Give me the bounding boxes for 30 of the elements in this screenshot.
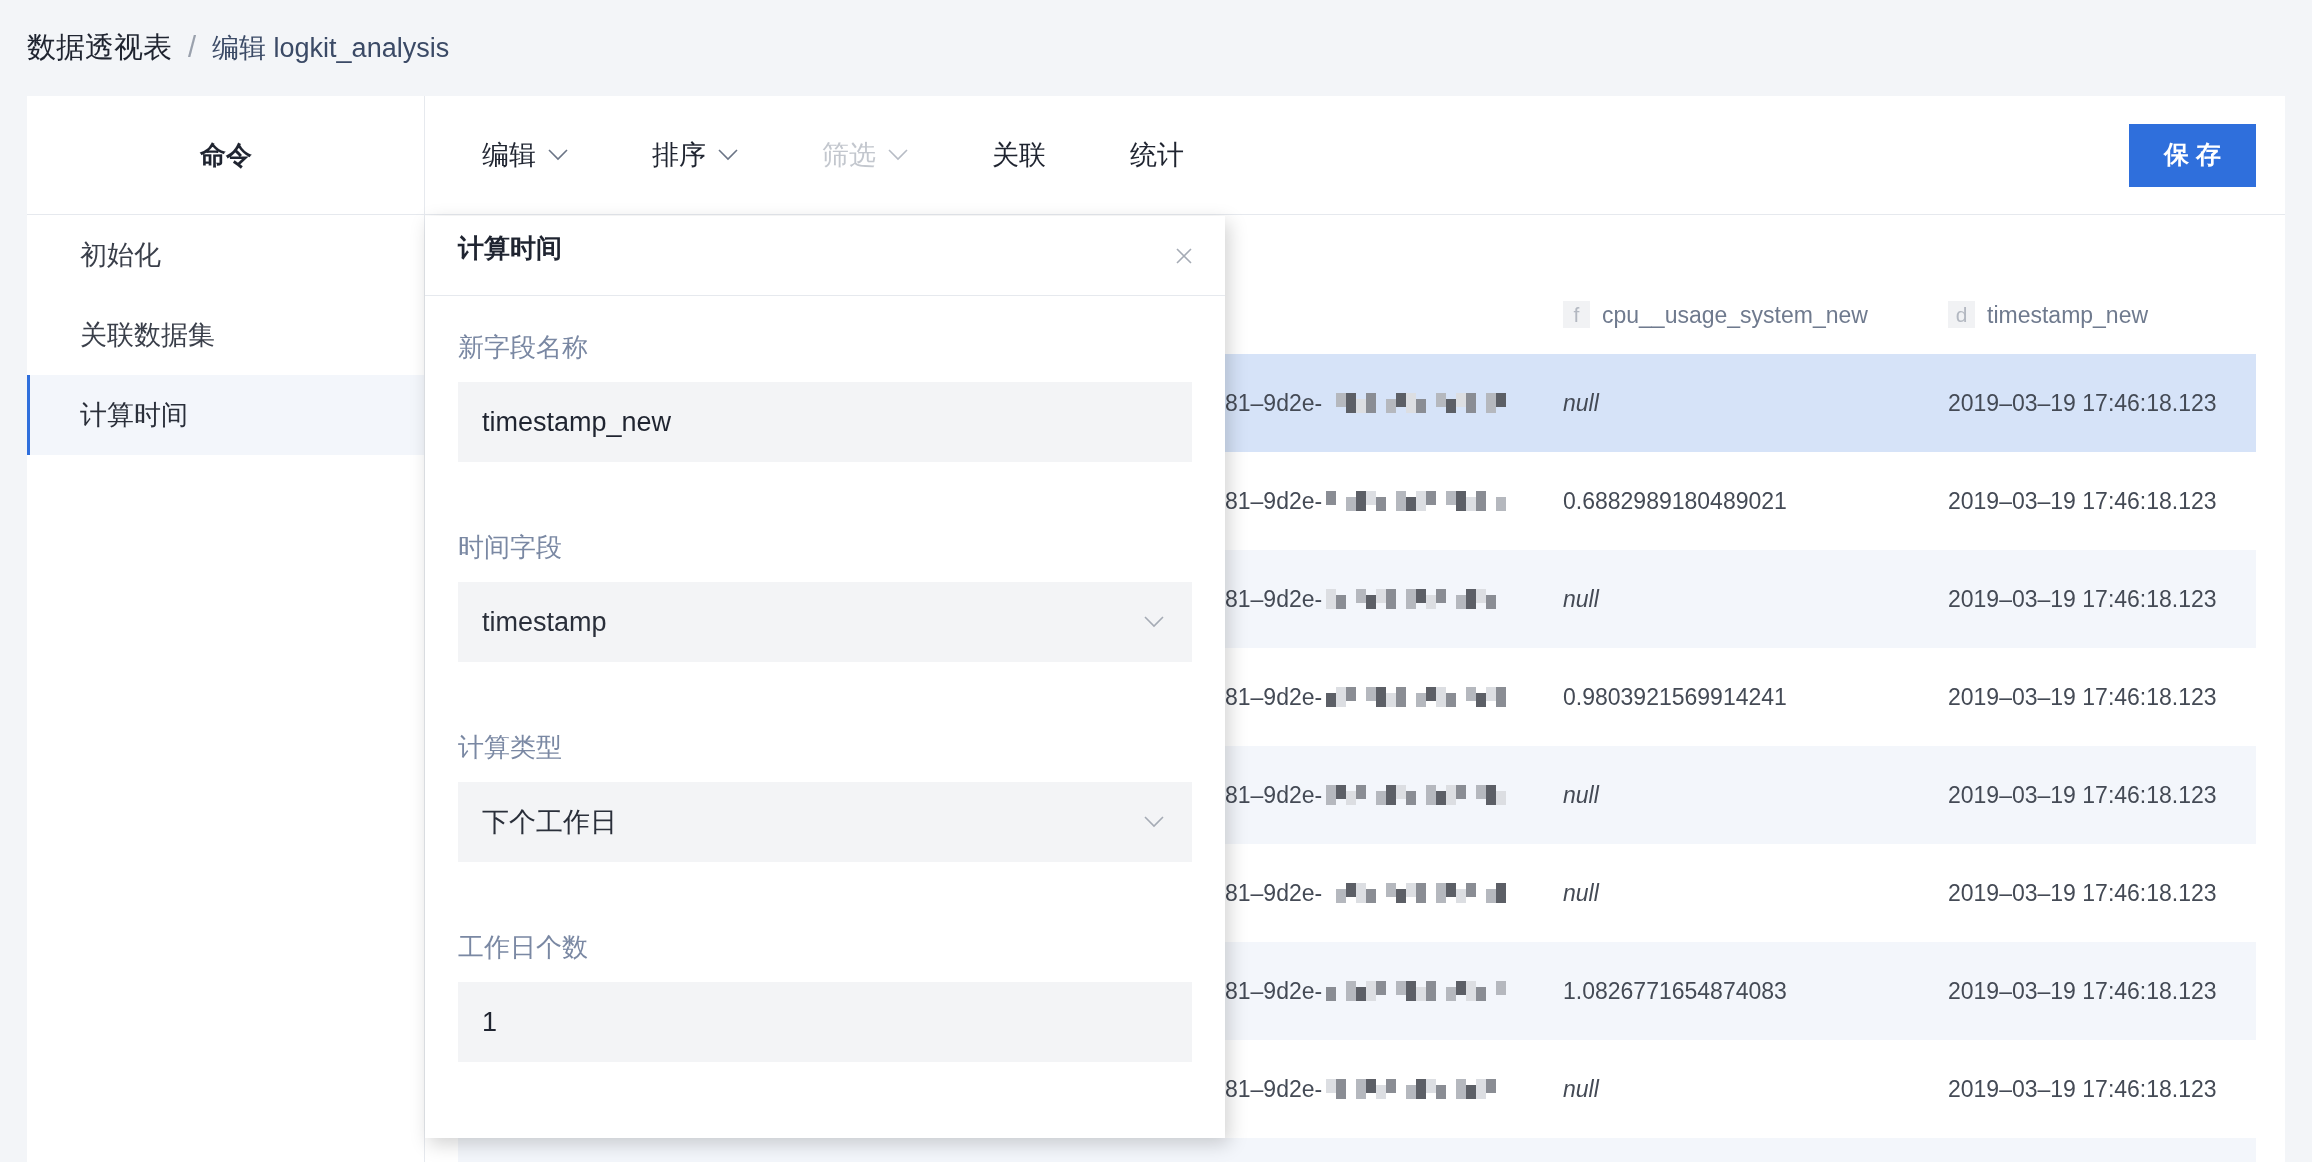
table-cell-text: null xyxy=(1563,1074,1599,1104)
table-cell-text: 81–9d2e- xyxy=(1225,388,1323,418)
table-cell-text: 81–9d2e- xyxy=(1225,976,1323,1006)
table-cell-text: 81–9d2e- xyxy=(1225,682,1323,712)
table-cell-text: null xyxy=(1563,878,1599,908)
sidebar-title: 命令 xyxy=(199,138,252,172)
table-cell-text: 2019–03–19 17:46:18.123 xyxy=(1948,584,2217,614)
table-cell-text: 2019–03–19 17:46:18.123 xyxy=(1948,388,2217,418)
table-cell-text: 0.6882989180489021 xyxy=(1563,486,1787,516)
table-cell-text: 2019–03–19 17:46:18.123 xyxy=(1948,780,2217,810)
table-cell-text: 2019–03–19 17:46:18.123 xyxy=(1948,682,2217,712)
table-cell-text: 81–9d2e- xyxy=(1225,780,1323,810)
table-cell-text: 81–9d2e- xyxy=(1225,1074,1323,1104)
type-badge: d xyxy=(1948,301,1975,329)
table-cell-text: null xyxy=(1563,584,1599,614)
table-cell-text: null xyxy=(1563,780,1599,810)
table-cell-text: 81–9d2e- xyxy=(1225,878,1323,908)
table-cell-text: 2019–03–19 17:46:18.123 xyxy=(1948,878,2217,908)
panel-title: 计算时间 xyxy=(458,232,562,265)
table-cell-text: null xyxy=(1563,388,1599,418)
table-cell-text: 2019–03–19 17:46:18.123 xyxy=(1948,1074,2217,1104)
table-cell-text: 2019–03–19 17:46:18.123 xyxy=(1948,486,2217,516)
breadcrumb-current: 编辑 logkit_analysis xyxy=(212,31,450,65)
breadcrumb-separator: / xyxy=(188,30,197,66)
table-cell-text: 2019–03–19 17:46:18.123 xyxy=(1948,976,2217,1006)
table-cell-text: 81–9d2e- xyxy=(1225,486,1323,516)
table-cell-text: 0.9803921569914241 xyxy=(1563,682,1787,712)
table-cell-text: 1.0826771654874083 xyxy=(1563,976,1787,1006)
type-badge: f xyxy=(1563,301,1590,329)
table-cell-text: 81–9d2e- xyxy=(1225,584,1323,614)
